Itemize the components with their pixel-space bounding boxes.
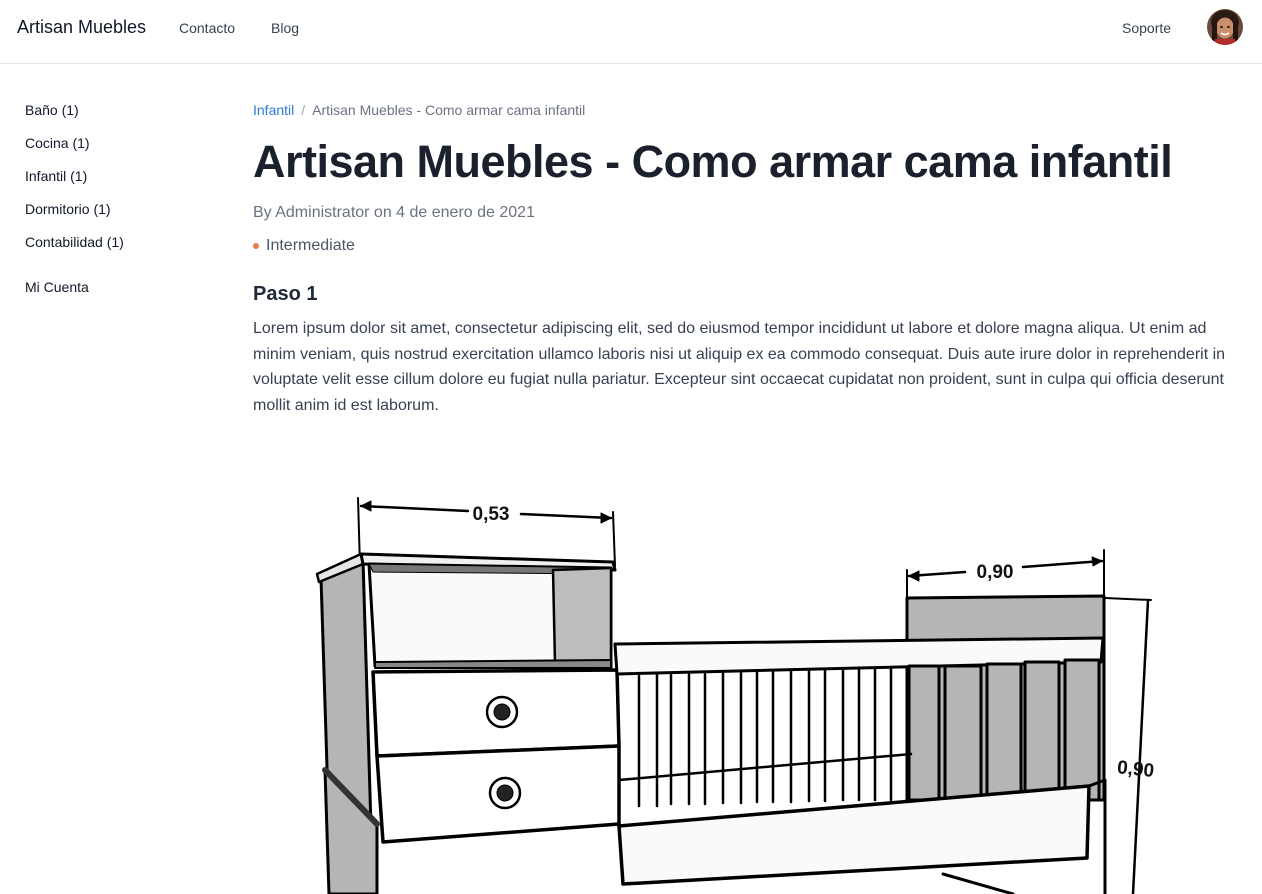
page-title: Artisan Muebles - Como armar cama infant… <box>253 136 1173 187</box>
sidebar-item-mi-cuenta[interactable]: Mi Cuenta <box>25 277 215 310</box>
crib-assembly-diagram: 0,53 0,90 0,90 <box>253 470 1238 894</box>
avatar-image <box>1207 9 1243 45</box>
difficulty-badge: Intermediate <box>253 235 1238 257</box>
sidebar-item-contabilidad[interactable]: Contabilidad (1) <box>25 232 215 265</box>
difficulty-dot-icon <box>253 243 259 249</box>
sidebar-item-bano[interactable]: Baño (1) <box>25 100 215 133</box>
crib-diagram-image: 0,53 0,90 0,90 <box>315 497 1155 894</box>
difficulty-label: Intermediate <box>266 237 355 254</box>
nav-blog-link[interactable]: Blog <box>271 20 299 36</box>
step-title: Paso 1 <box>253 283 318 305</box>
sidebar-item-dormitorio[interactable]: Dormitorio (1) <box>25 199 215 232</box>
breadcrumb: Infantil / Artisan Muebles - Como armar ca… <box>253 100 1238 122</box>
user-avatar[interactable] <box>1207 9 1243 45</box>
breadcrumb-parent-link[interactable]: Infantil <box>253 102 294 118</box>
nav-contacto-link[interactable]: Contacto <box>179 20 235 36</box>
dimension-label-crib-width: 0,90 <box>977 562 1014 583</box>
article-main: Infantil / Artisan Muebles - Como armar ca… <box>253 100 1238 418</box>
breadcrumb-separator: / <box>301 102 306 118</box>
step-description: Lorem ipsum dolor sit amet, consectetur … <box>253 320 1226 414</box>
article-byline: By Administrator on 4 de enero de 2021 <box>253 204 535 221</box>
top-navbar: Artisan Muebles Contacto Blog Soporte <box>0 0 1262 64</box>
sidebar-item-cocina[interactable]: Cocina (1) <box>25 133 215 166</box>
dimension-label-shelf-width: 0,53 <box>473 504 510 525</box>
breadcrumb-current: Artisan Muebles - Como armar cama infant… <box>312 102 586 118</box>
nav-soporte-link[interactable]: Soporte <box>1122 20 1171 36</box>
category-sidebar: Baño (1) Cocina (1) Infantil (1) Dormito… <box>25 100 215 310</box>
dimension-label-crib-height: 0,90 <box>1116 757 1155 782</box>
brand-logo[interactable]: Artisan Muebles <box>17 17 146 38</box>
sidebar-item-infantil[interactable]: Infantil (1) <box>25 166 215 199</box>
